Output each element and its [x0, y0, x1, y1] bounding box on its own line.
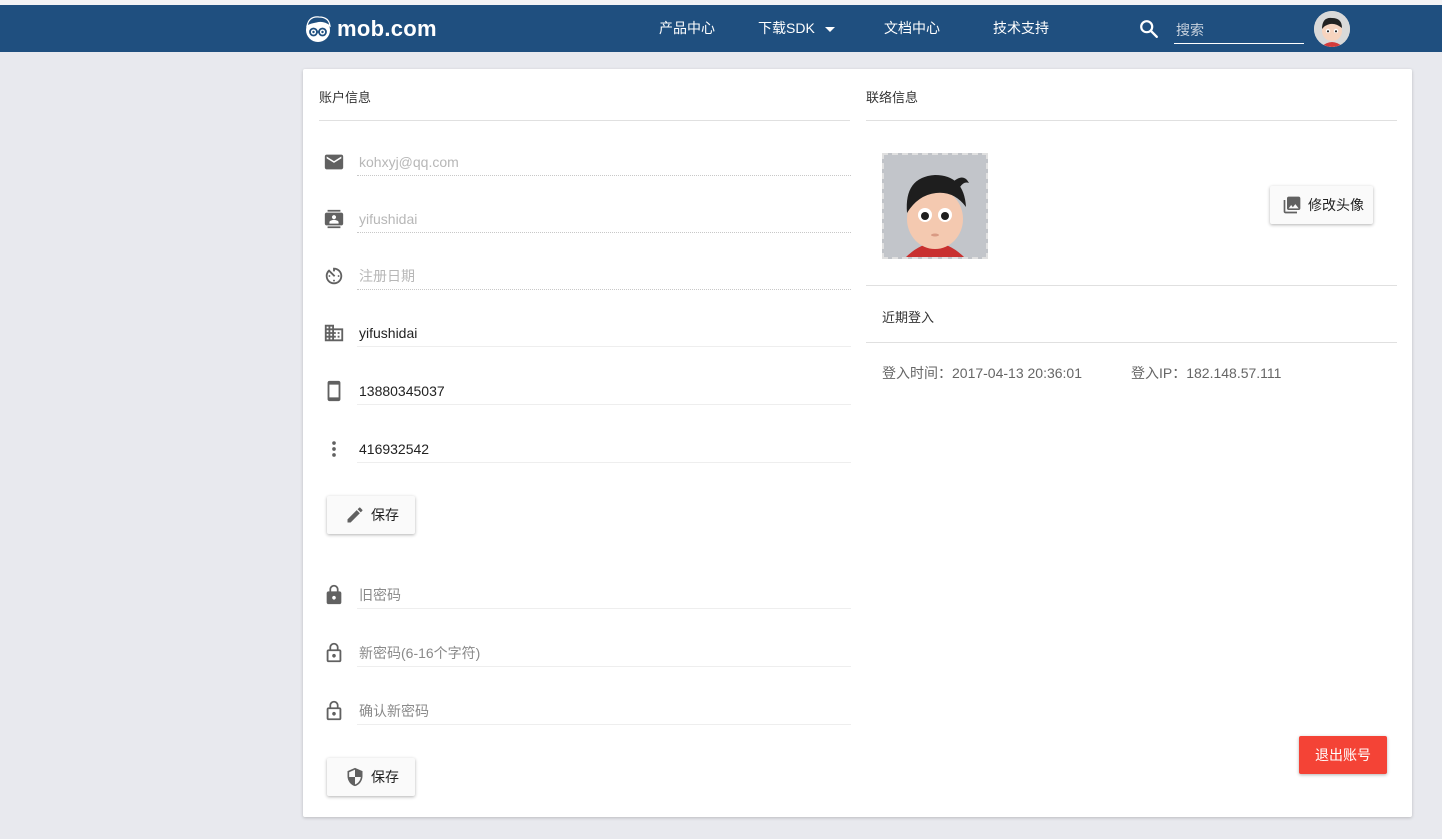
timer-icon [325, 267, 343, 285]
shield-icon [347, 767, 363, 787]
caret-down-icon [824, 26, 835, 32]
mob-mascot-icon [306, 16, 331, 42]
confirm-password-row [319, 694, 851, 734]
nav-item-support[interactable]: 技术支持 [993, 5, 1049, 52]
search-icon[interactable] [1138, 18, 1160, 40]
lock-outline-icon [326, 700, 342, 721]
phone-field[interactable] [357, 378, 851, 405]
nav-item-label: 技术支持 [993, 20, 1049, 36]
login-time: 登入时间：2017-04-13 20:36:01 [882, 365, 1082, 381]
contact-info-title: 联络信息 [866, 90, 919, 105]
smartphone-icon [327, 380, 341, 402]
nav-item-download-sdk[interactable]: 下载SDK [758, 5, 835, 52]
company-field[interactable] [357, 320, 851, 347]
old-password-field[interactable] [357, 582, 851, 609]
qq-row [319, 432, 851, 472]
search-input[interactable] [1174, 17, 1304, 44]
phone-row [319, 374, 851, 414]
change-avatar-label: 修改头像 [1308, 197, 1364, 213]
profile-photo [882, 153, 988, 259]
nav-item-label: 产品中心 [659, 20, 715, 36]
account-info-title: 账户信息 [319, 90, 372, 105]
logout-button[interactable]: 退出账号 [1299, 736, 1387, 774]
logo-text: mob.com [337, 16, 437, 41]
qq-field[interactable] [357, 436, 851, 463]
divider [866, 342, 1397, 343]
email-field[interactable] [357, 149, 851, 176]
divider [866, 285, 1397, 286]
regdate-field[interactable] [357, 263, 851, 290]
regdate-row [319, 259, 851, 299]
new-password-field[interactable] [357, 640, 851, 667]
old-password-row [319, 578, 851, 618]
save-password-label: 保存 [371, 769, 399, 785]
recent-login-title: 近期登入 [882, 310, 935, 325]
company-row [319, 316, 851, 356]
logo[interactable]: mob.com [303, 13, 437, 45]
avatar-image [1314, 11, 1350, 47]
avatar-image [884, 155, 986, 257]
email-icon [324, 154, 344, 170]
save-profile-button[interactable]: 保存 [327, 496, 415, 534]
divider [866, 120, 1397, 121]
more-vertical-icon [332, 441, 336, 457]
account-card: 账户信息 联络信息 保存 [303, 69, 1412, 817]
email-row [319, 145, 851, 185]
save-password-button[interactable]: 保存 [327, 758, 415, 796]
lock-icon [326, 584, 342, 605]
user-avatar[interactable] [1314, 11, 1350, 47]
nav-item-label: 文档中心 [884, 20, 940, 36]
photo-library-icon [1283, 196, 1301, 214]
username-field[interactable] [357, 206, 851, 233]
nav-item-docs[interactable]: 文档中心 [884, 5, 940, 52]
edit-icon [347, 507, 363, 523]
divider [319, 120, 850, 121]
change-avatar-button[interactable]: 修改头像 [1270, 186, 1373, 224]
nav-item-products[interactable]: 产品中心 [659, 5, 715, 52]
nav-item-label: 下载SDK [758, 20, 815, 36]
building-icon [324, 324, 344, 342]
username-row [319, 202, 851, 242]
lock-outline-icon [326, 642, 342, 663]
login-ip: 登入IP：182.148.57.111 [1131, 365, 1282, 381]
save-profile-label: 保存 [371, 507, 399, 523]
new-password-row [319, 636, 851, 676]
contact-card-icon [324, 209, 344, 229]
navbar: mob.com 产品中心 下载SDK 文档中心 技术支持 [0, 5, 1442, 52]
confirm-password-field[interactable] [357, 698, 851, 725]
